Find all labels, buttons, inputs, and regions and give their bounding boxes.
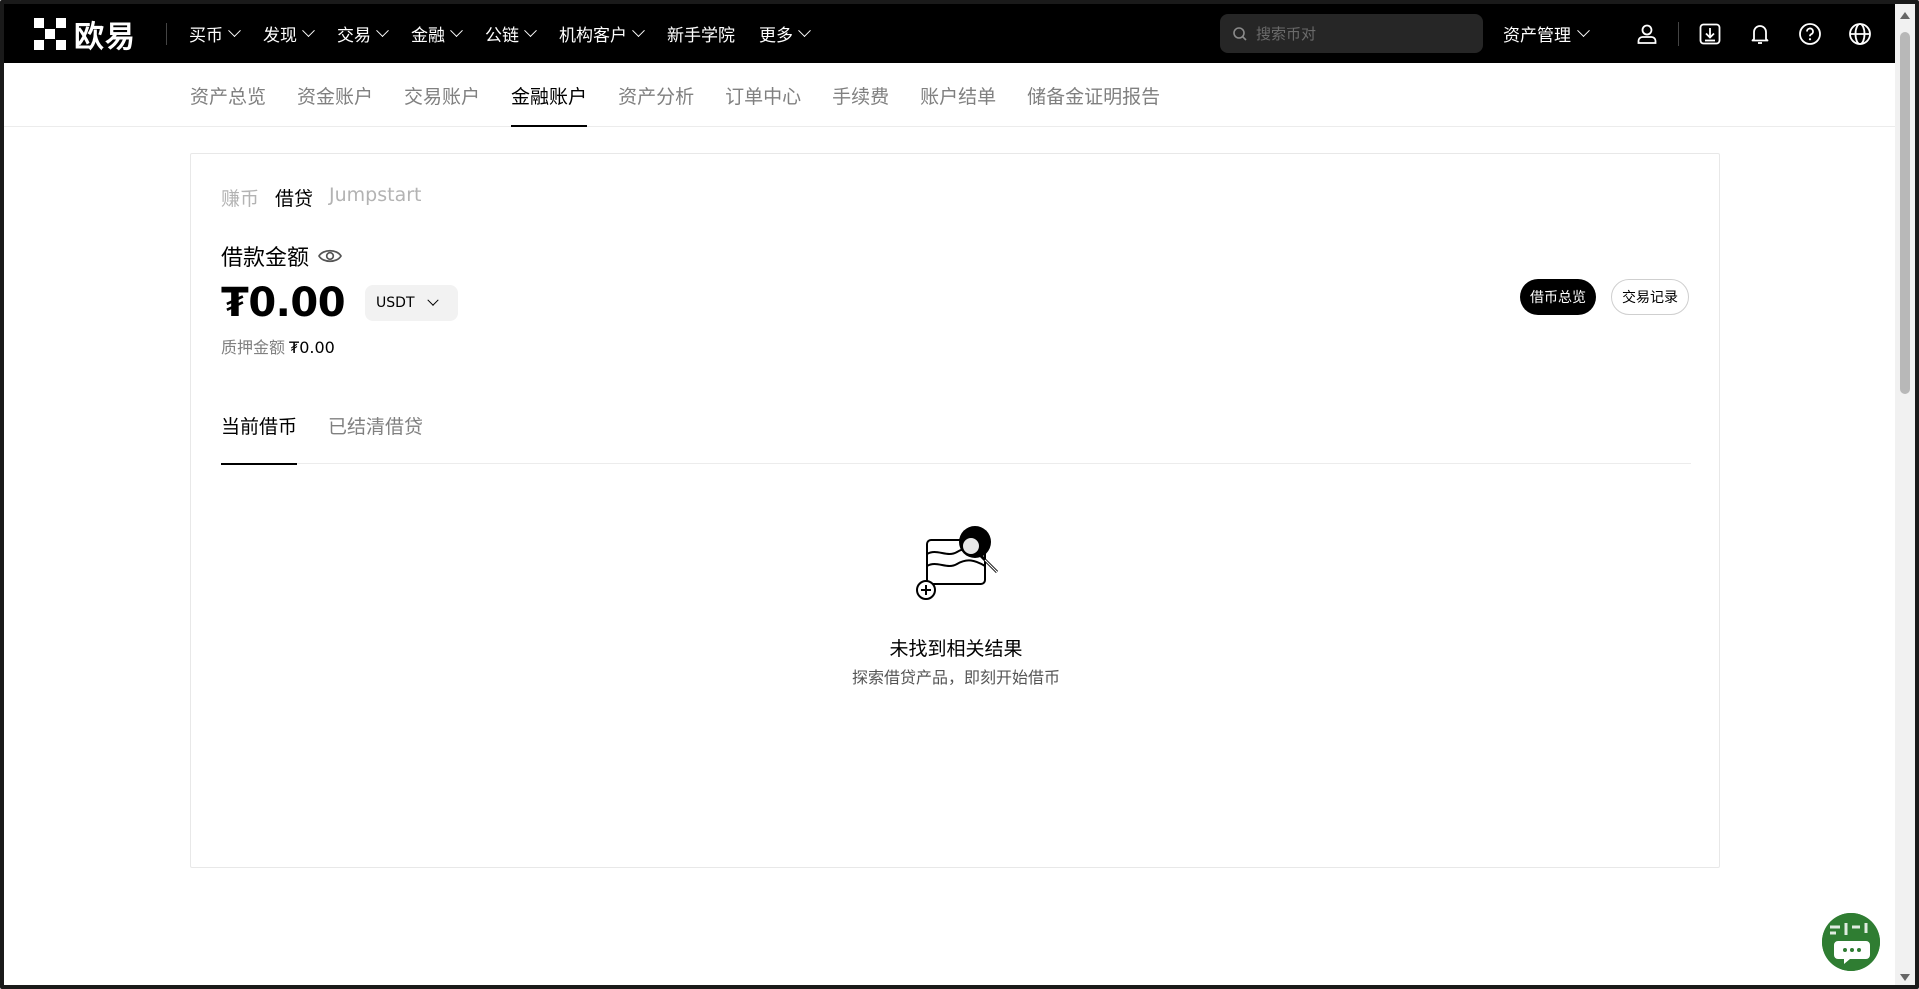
brand-logo[interactable]: 欧易 (34, 4, 136, 63)
chevron-down-icon (376, 24, 389, 38)
scroll-down-arrow-icon[interactable] (1900, 974, 1910, 981)
nav-item-label: 发现 (263, 26, 297, 46)
nav-item-buy[interactable]: 买币 (189, 21, 241, 46)
globe-icon (1849, 22, 1871, 45)
nav-item-label: 新手学院 (667, 26, 735, 46)
amount-row: ₮0.00 USDT (221, 280, 459, 326)
chevron-down-icon (798, 24, 811, 38)
subnav-item-fees[interactable]: 手续费 (832, 63, 889, 127)
chat-support-button[interactable] (1822, 913, 1880, 971)
asset-management-menu[interactable]: 资产管理 (1503, 21, 1590, 46)
subnav-item-finance[interactable]: 金融账户 (511, 63, 588, 127)
account-subnav: 资产总览 资金账户 交易账户 金融账户 资产分析 订单中心 手续费 账户结单 储… (4, 63, 1899, 127)
empty-search-illustration-icon (916, 526, 999, 600)
loan-overview-button[interactable]: 借币总览 (1520, 279, 1596, 315)
card-actions: 借币总览 交易记录 (1520, 279, 1689, 315)
browser-frame: 欧易 买币 发现 交易 金融 公链 机构客户 新手学院 更多 资产管理 (0, 0, 1919, 989)
subnav-item-funding[interactable]: 资金账户 (297, 63, 373, 127)
chevron-down-icon (228, 24, 241, 38)
borrow-amount-value: ₮0.00 (221, 280, 346, 326)
finance-account-card: 赚币 借贷 Jumpstart 借款金额 ₮0.00 USDT 质押金额 ₮0.0… (190, 153, 1720, 868)
subnav-item-analysis[interactable]: 资产分析 (618, 63, 694, 127)
search-icon (1233, 26, 1247, 41)
nav-item-institutional[interactable]: 机构客户 (559, 21, 645, 46)
product-type-tabs: 赚币 借贷 Jumpstart (221, 184, 438, 211)
empty-state-title: 未找到相关结果 (889, 638, 1023, 660)
chevron-down-icon (524, 24, 537, 38)
nav-item-academy[interactable]: 新手学院 (667, 21, 735, 46)
subnav-item-statements[interactable]: 账户结单 (920, 63, 996, 127)
loan-status-tabs: 当前借币 已结清借贷 (221, 412, 1691, 465)
tab-current-loans[interactable]: 当前借币 (221, 412, 298, 465)
nav-divider (1678, 21, 1679, 46)
collateral-label: 质押金额 (221, 338, 286, 357)
subnav-item-orders[interactable]: 订单中心 (725, 63, 801, 127)
help-button[interactable] (1785, 4, 1835, 63)
scroll-up-arrow-icon[interactable] (1900, 12, 1910, 19)
chevron-down-icon (1577, 24, 1590, 38)
collateral-amount: 质押金额 ₮0.00 (221, 334, 335, 358)
tab-earn[interactable]: 赚币 (221, 184, 259, 211)
chevron-down-icon (302, 24, 315, 38)
user-button[interactable] (1622, 4, 1672, 63)
chevron-down-icon (632, 24, 645, 38)
subnav-item-overview[interactable]: 资产总览 (190, 63, 266, 127)
nav-divider (166, 22, 167, 45)
chevron-down-icon (450, 24, 463, 38)
tab-jumpstart[interactable]: Jumpstart (329, 184, 421, 211)
chevron-down-icon (426, 294, 439, 306)
nav-item-finance[interactable]: 金融 (411, 21, 463, 46)
currency-select-value: USDT (376, 295, 415, 311)
nav-item-discover[interactable]: 发现 (263, 21, 315, 46)
nav-right: 资产管理 (1220, 4, 1899, 63)
download-icon (1699, 23, 1721, 44)
tab-settled-loans[interactable]: 已结清借贷 (328, 412, 423, 464)
language-button[interactable] (1835, 4, 1885, 63)
currency-select[interactable]: USDT (365, 285, 459, 321)
notifications-button[interactable] (1735, 4, 1785, 63)
search-input[interactable] (1256, 24, 1456, 43)
download-button[interactable] (1685, 4, 1735, 63)
nav-item-label: 金融 (411, 26, 445, 46)
brand-name: 欧易 (74, 19, 136, 55)
borrow-amount-heading: 借款金额 (221, 240, 343, 272)
nav-item-chain[interactable]: 公链 (485, 21, 537, 46)
page-scrollbar[interactable] (1895, 4, 1915, 985)
help-icon (1799, 22, 1821, 45)
tab-loan[interactable]: 借贷 (275, 184, 313, 211)
asset-management-label: 资产管理 (1503, 26, 1571, 46)
nav-item-label: 公链 (485, 26, 519, 46)
subnav-items: 资产总览 资金账户 交易账户 金融账户 资产分析 订单中心 手续费 账户结单 储… (190, 63, 1191, 127)
empty-state-subtitle: 探索借贷产品，即刻开始借币 (851, 668, 1060, 687)
collateral-value: ₮0.00 (289, 338, 335, 357)
chat-bubble-icon (1822, 913, 1880, 971)
search-box[interactable] (1220, 14, 1483, 53)
subnav-item-trading[interactable]: 交易账户 (404, 63, 480, 127)
main-nav: 买币 发现 交易 金融 公链 机构客户 新手学院 更多 (189, 21, 833, 46)
user-icon (1637, 24, 1657, 44)
scrollbar-thumb[interactable] (1900, 32, 1910, 394)
nav-item-more[interactable]: 更多 (759, 21, 811, 46)
nav-item-label: 更多 (759, 26, 793, 46)
nav-item-label: 买币 (189, 26, 223, 46)
bell-icon (1751, 24, 1769, 44)
top-navigation: 欧易 买币 发现 交易 金融 公链 机构客户 新手学院 更多 资产管理 (4, 4, 1899, 63)
okx-logo-icon (34, 17, 66, 50)
nav-item-trade[interactable]: 交易 (337, 21, 389, 46)
nav-item-label: 交易 (337, 26, 371, 46)
nav-item-label: 机构客户 (559, 26, 627, 46)
transaction-records-button[interactable]: 交易记录 (1611, 279, 1689, 315)
borrow-amount-label: 借款金额 (221, 246, 310, 271)
subnav-item-proof-of-reserves[interactable]: 储备金证明报告 (1027, 63, 1160, 127)
eye-icon[interactable] (317, 246, 343, 266)
